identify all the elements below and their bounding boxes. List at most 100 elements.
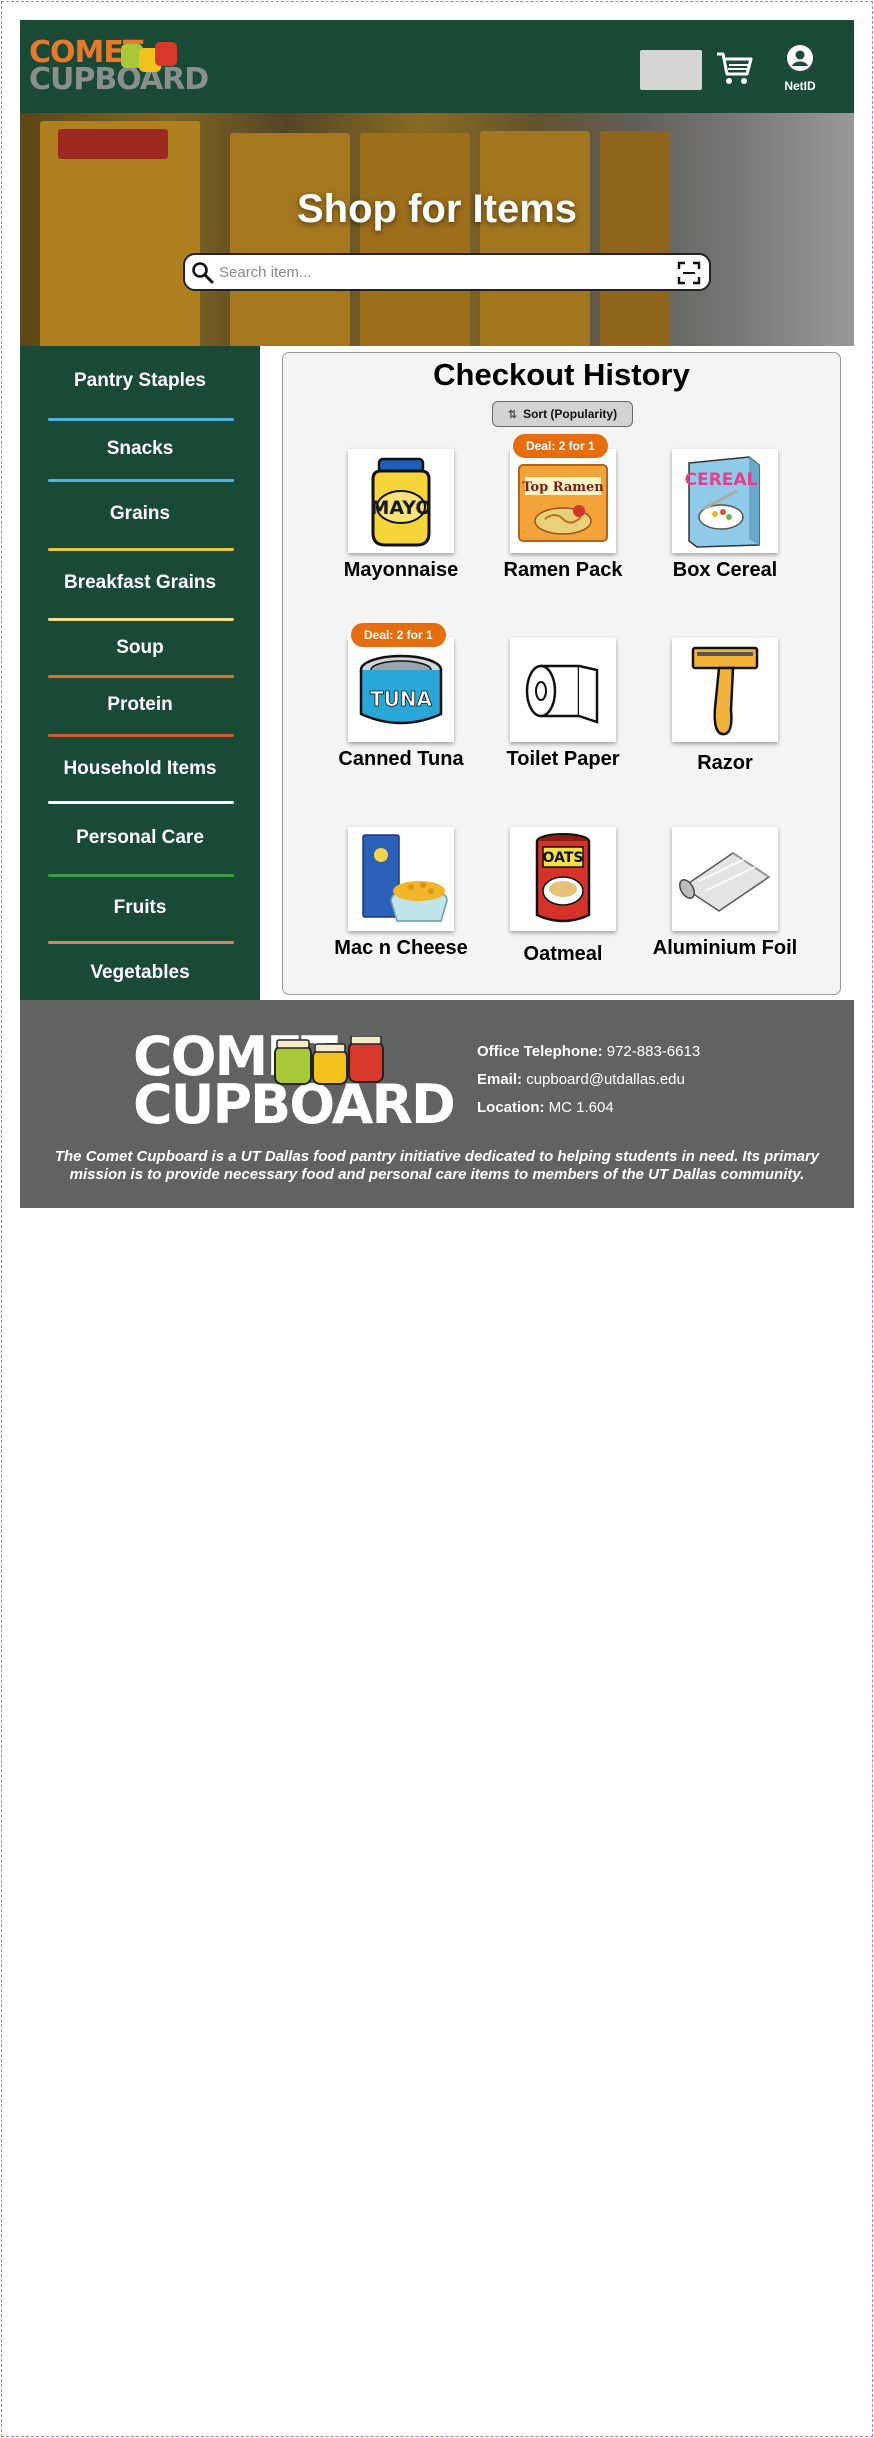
content-area: Pantry Staples Snacks Grains Breakfast G… (20, 346, 854, 1000)
sidebar-item-protein[interactable]: Protein (20, 694, 260, 716)
top-nav-bar: COMET CUPBOARD NetID (20, 20, 854, 113)
category-divider (48, 675, 234, 678)
razor-icon (691, 646, 759, 736)
app: COMET CUPBOARD NetID Shop for Items Sear… (20, 20, 854, 1208)
sidebar-item-grains[interactable]: Grains (20, 503, 260, 525)
product-card-canned-tuna[interactable]: TUNA Canned Tuna (320, 638, 482, 771)
phone-label: Office Telephone: (477, 1043, 603, 1060)
footer-logo: COMET CUPBOARD (133, 1030, 456, 1132)
page-title: Checkout History (433, 357, 690, 392)
phone-value[interactable]: 972-883-6613 (607, 1043, 700, 1060)
category-divider (48, 618, 234, 621)
deal-badge: Deal: 2 for 1 (351, 623, 446, 647)
product-image: TUNA (348, 638, 454, 742)
product-card-razor[interactable]: Razor (644, 638, 806, 775)
product-image: OATS (510, 827, 616, 931)
product-name: Mac n Cheese (334, 937, 468, 959)
category-divider (48, 418, 234, 421)
footer: COMET CUPBOARD Office Telephone: 972-883… (20, 1000, 854, 1208)
deal-badge: Deal: 2 for 1 (513, 434, 608, 458)
email-value[interactable]: cupboard@utdallas.edu (526, 1071, 685, 1088)
tuna-can-icon: TUNA (359, 654, 443, 725)
product-card-ramen-pack[interactable]: Top Ramen Ramen Pack (482, 449, 644, 582)
category-divider (48, 941, 234, 944)
header-placeholder-box[interactable] (640, 50, 702, 90)
product-name: Aluminium Foil (652, 937, 798, 959)
product-name: Box Cereal (672, 559, 778, 581)
product-card-box-cereal[interactable]: CEREAL Box Cereal (644, 449, 806, 582)
product-name: Mayonnaise (343, 559, 459, 581)
user-avatar-icon (787, 45, 813, 71)
footer-logo-word-cupboard: CUPBOARD (133, 1073, 456, 1136)
product-image (348, 827, 454, 931)
checkout-history-panel: Checkout History ⇅ Sort (Popularity) MAY… (282, 352, 841, 995)
location-label: Location: (477, 1099, 545, 1116)
sidebar-item-snacks[interactable]: Snacks (20, 438, 260, 460)
mission-statement: The Comet Cupboard is a UT Dallas food p… (54, 1148, 820, 1183)
netid-label: NetID (784, 79, 816, 93)
logo-word-cupboard: CUPBOARD (29, 62, 209, 97)
product-image: Top Ramen (510, 449, 616, 553)
sidebar-item-household-items[interactable]: Household Items (20, 758, 260, 780)
product-image (672, 827, 778, 931)
hero-title: Shop for Items (296, 187, 578, 231)
mayo-jar-icon: MAYO (370, 457, 432, 547)
svg-text:TUNA: TUNA (370, 687, 433, 711)
sort-label: Sort (Popularity) (523, 407, 618, 421)
svg-text:OATS: OATS (543, 850, 584, 866)
hero-banner: Shop for Items (20, 113, 854, 346)
location-value: MC 1.604 (548, 1099, 614, 1116)
email-row: Email: cupboard@utdallas.edu (477, 1066, 700, 1094)
search-bar (183, 253, 711, 291)
product-name: Canned Tuna (338, 748, 464, 770)
comet-cupboard-logo[interactable]: COMET CUPBOARD (29, 38, 209, 96)
email-label: Email: (477, 1071, 523, 1088)
sort-arrows-icon: ⇅ (507, 408, 518, 421)
ramen-pack-icon: Top Ramen (518, 464, 608, 542)
cart-icon[interactable] (714, 48, 754, 88)
category-sidebar: Pantry Staples Snacks Grains Breakfast G… (20, 346, 260, 1000)
search-input[interactable] (219, 259, 659, 285)
category-divider (48, 734, 234, 737)
cereal-box-icon: CEREAL (685, 456, 760, 548)
product-name: Ramen Pack (503, 559, 623, 581)
product-card-toilet-paper[interactable]: Toilet Paper (482, 638, 644, 771)
sidebar-item-soup[interactable]: Soup (20, 637, 260, 659)
sidebar-item-pantry-staples[interactable]: Pantry Staples (20, 370, 260, 392)
category-divider (48, 548, 234, 551)
search-icon[interactable] (191, 261, 215, 285)
aluminium-foil-icon (679, 852, 771, 912)
sidebar-item-fruits[interactable]: Fruits (20, 897, 260, 919)
location-row: Location: MC 1.604 (477, 1094, 700, 1122)
toilet-paper-icon (525, 664, 599, 724)
svg-text:Top Ramen: Top Ramen (522, 480, 604, 495)
category-divider (48, 801, 234, 804)
sort-button[interactable]: ⇅ Sort (Popularity) (492, 401, 633, 427)
product-card-oatmeal[interactable]: OATS Oatmeal (482, 827, 644, 966)
category-divider (48, 874, 234, 877)
svg-text:CEREAL: CEREAL (685, 470, 758, 490)
oatmeal-can-icon: OATS (535, 833, 591, 923)
svg-text:MAYO: MAYO (370, 497, 431, 519)
contact-info: Office Telephone: 972-883-6613 Email: cu… (477, 1038, 700, 1122)
product-image: MAYO (348, 449, 454, 553)
netid-account-button[interactable]: NetID (778, 44, 822, 93)
sidebar-item-breakfast-grains[interactable]: Breakfast Grains (20, 572, 260, 594)
mac-n-cheese-icon (362, 834, 448, 922)
product-image (672, 638, 778, 742)
phone-row: Office Telephone: 972-883-6613 (477, 1038, 700, 1066)
product-card-mayonnaise[interactable]: MAYO Mayonnaise (320, 449, 482, 582)
jars-icon (274, 1036, 384, 1085)
product-name: Oatmeal (523, 943, 603, 965)
product-card-mac-n-cheese[interactable]: Mac n Cheese (320, 827, 482, 960)
product-image (510, 638, 616, 742)
jar-icon (155, 42, 177, 66)
product-image: CEREAL (672, 449, 778, 553)
barcode-scan-icon[interactable] (677, 261, 701, 285)
category-divider (48, 479, 234, 482)
product-card-aluminium-foil[interactable]: Aluminium Foil (644, 827, 806, 960)
sidebar-item-vegetables[interactable]: Vegetables (20, 962, 260, 984)
product-name: Razor (697, 752, 753, 774)
sidebar-item-personal-care[interactable]: Personal Care (20, 827, 260, 849)
product-name: Toilet Paper (506, 748, 620, 770)
